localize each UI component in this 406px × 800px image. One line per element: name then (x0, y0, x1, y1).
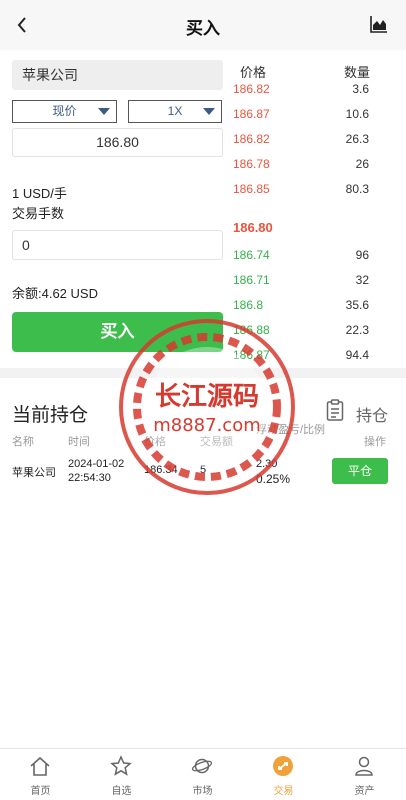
bid-qty: 94.4 (345, 348, 369, 362)
tab-home[interactable]: 首页 (0, 749, 81, 800)
bid-row[interactable]: 186.8 35.6 (0, 298, 406, 322)
book-qty-header: 数量 (344, 65, 371, 80)
ask-price: 186.82 (233, 132, 270, 146)
book-price-header: 价格 (240, 65, 267, 80)
col-time: 时间 (68, 436, 90, 448)
bid-price: 186.74 (233, 248, 270, 262)
clipboard-icon[interactable] (326, 399, 344, 421)
col-action: 操作 (364, 436, 386, 448)
position-date: 2024-01-02 (68, 458, 125, 470)
bid-qty: 96 (355, 248, 369, 262)
ask-price: 186.87 (233, 107, 270, 121)
col-pnl: 浮动盈亏/比例 (256, 424, 326, 436)
bid-qty: 32 (355, 273, 369, 287)
ask-qty: 26.3 (345, 132, 369, 146)
ask-qty: 10.6 (345, 107, 369, 121)
trade-icon (273, 756, 293, 776)
positions-panel: 当前持仓 持仓 名称 时间 价格 交易额 浮动盈亏/比例 操作 苹果公司 202… (0, 378, 406, 748)
tab-trade[interactable]: 交易 (243, 749, 324, 800)
positions-link[interactable]: 持仓 (356, 402, 388, 426)
last-price: 186.80 (233, 220, 273, 235)
bid-row[interactable]: 186.71 32 (0, 273, 406, 297)
close-position-button[interactable]: 平仓 (332, 458, 388, 484)
tab-label: 资产 (354, 786, 375, 797)
col-price: 价格 (144, 436, 166, 448)
position-pnl: 2.30 (256, 458, 278, 470)
ask-price: 186.78 (233, 157, 270, 171)
bid-qty: 35.6 (345, 298, 369, 312)
ask-row[interactable]: 186.78 26 (0, 157, 406, 181)
planet-icon (191, 758, 213, 774)
position-price: 186.34 (144, 464, 178, 476)
home-icon (30, 756, 50, 776)
bottom-tab-bar: 首页 自选 市场 交易 资产 (0, 748, 406, 800)
bid-row[interactable]: 186.88 22.3 (0, 323, 406, 347)
bid-row[interactable]: 186.74 96 (0, 248, 406, 272)
ask-row[interactable]: 186.85 80.3 (0, 182, 406, 206)
chart-button[interactable] (370, 15, 390, 35)
ask-price: 186.82 (233, 82, 270, 96)
ask-qty: 80.3 (345, 182, 369, 196)
bid-price: 186.71 (233, 273, 270, 287)
position-time: 22:54:30 (68, 472, 111, 484)
tab-label: 交易 (273, 786, 294, 797)
tab-market[interactable]: 市场 (162, 749, 243, 800)
bid-price: 186.88 (233, 323, 270, 337)
col-name: 名称 (12, 436, 34, 448)
chart-area-icon (370, 16, 387, 33)
tab-label: 自选 (111, 786, 132, 797)
ask-qty: 26 (355, 157, 369, 171)
bid-row[interactable]: 186.87 94.4 (0, 348, 406, 372)
position-amount: 5 (200, 464, 207, 476)
tab-label: 首页 (30, 786, 51, 797)
page-title: 买入 (186, 19, 220, 38)
position-pnl-ratio: 0.25% (256, 472, 291, 486)
ask-qty: 3.6 (352, 82, 369, 96)
position-name: 苹果公司 (12, 467, 56, 479)
user-icon (355, 756, 373, 776)
ask-row[interactable]: 186.87 10.6 (0, 107, 406, 131)
tab-assets[interactable]: 资产 (324, 749, 405, 800)
bid-price: 186.87 (233, 348, 270, 362)
bid-qty: 22.3 (345, 323, 369, 337)
top-bar: 买入 (0, 0, 406, 50)
bid-price: 186.8 (233, 298, 264, 312)
positions-title: 当前持仓 (12, 405, 89, 426)
tab-label: 市场 (192, 786, 213, 797)
ask-row[interactable]: 186.82 3.6 (0, 82, 406, 106)
ask-row[interactable]: 186.82 26.3 (0, 132, 406, 156)
ask-price: 186.85 (233, 182, 270, 196)
col-amount: 交易额 (200, 436, 233, 448)
star-icon (110, 755, 132, 776)
trade-panel: 苹果公司 现价 1X 186.80 1 USD/手 交易手数 0 余额:4.62… (0, 50, 406, 368)
tab-watchlist[interactable]: 自选 (81, 749, 162, 800)
